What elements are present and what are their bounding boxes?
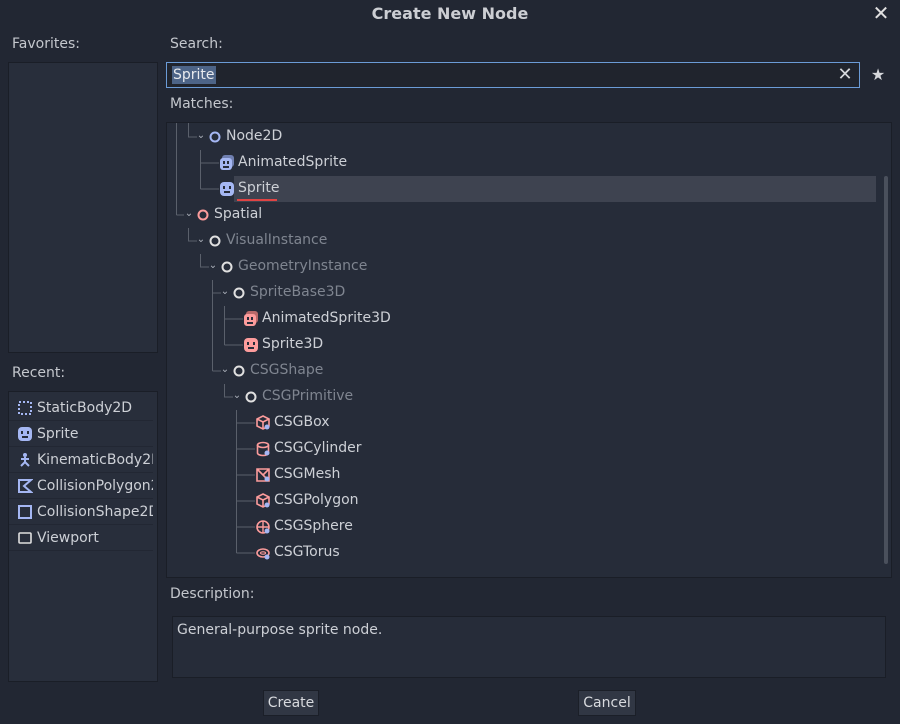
node-2d-icon <box>209 131 221 143</box>
tree-row-sprite3d[interactable]: Sprite3D <box>167 332 891 358</box>
csg-torus-icon <box>256 548 270 560</box>
collision-shape-2d-icon <box>18 504 32 519</box>
sprite-3d-icon <box>244 338 258 352</box>
recent-item-label: StaticBody2D <box>37 399 133 416</box>
viewport-icon <box>18 531 32 544</box>
collapse-arrow-icon[interactable]: ⌄ <box>231 388 243 404</box>
recent-list[interactable]: StaticBody2D Sprite KinematicBody2D Coll… <box>8 391 158 682</box>
create-button[interactable]: Create <box>263 690 319 716</box>
sprite-icon <box>220 182 234 196</box>
collision-polygon-2d-icon <box>18 478 33 493</box>
collapse-arrow-icon[interactable]: ⌄ <box>207 258 219 274</box>
node-circle-icon <box>245 391 257 403</box>
csg-sphere-icon <box>256 520 270 534</box>
description-box: General-purpose sprite node. <box>172 616 886 678</box>
tree-row-label: Node2D <box>226 128 283 144</box>
dialog-title: Create New Node <box>371 4 529 23</box>
close-icon[interactable]: ✕ <box>868 1 894 25</box>
tree-row-spatial[interactable]: ⌄ Spatial <box>167 202 891 228</box>
tree-row-animatedsprite[interactable]: AnimatedSprite <box>167 150 891 176</box>
tree-row-animatedsprite3d[interactable]: AnimatedSprite3D <box>167 306 891 332</box>
recent-item-collisionpolygon2d[interactable]: CollisionPolygon2 <box>9 473 153 499</box>
recent-item-sprite[interactable]: Sprite <box>9 421 153 447</box>
tree-row-visualinstance[interactable]: ⌄ VisualInstance <box>167 228 891 254</box>
node-circle-icon <box>233 287 245 299</box>
tree-row-label: CSGBox <box>274 414 330 430</box>
recent-item-viewport[interactable]: Viewport <box>9 525 153 551</box>
recent-item-kinematicbody2d[interactable]: KinematicBody2D <box>9 447 153 473</box>
tree-row-label: CSGMesh <box>274 466 341 482</box>
search-label: Search: <box>170 36 223 52</box>
tree-row-csgsphere[interactable]: CSGSphere <box>167 514 891 540</box>
collapse-arrow-icon[interactable]: ⌄ <box>195 128 207 144</box>
tree-row-csgbox[interactable]: CSGBox <box>167 410 891 436</box>
tree-row-csgcylinder[interactable]: CSGCylinder <box>167 436 891 462</box>
cancel-button[interactable]: Cancel <box>578 690 636 716</box>
tree-row-label: CSGSphere <box>274 518 353 534</box>
node-circle-icon <box>209 235 221 247</box>
favorites-list[interactable] <box>8 62 158 353</box>
tree-row-node2d[interactable]: ⌄ Node2D <box>167 124 891 150</box>
recent-item-collisionshape2d[interactable]: CollisionShape2D <box>9 499 153 525</box>
collapse-arrow-icon[interactable]: ⌄ <box>195 232 207 248</box>
favorites-label: Favorites: <box>12 36 80 52</box>
tree-row-label: SpriteBase3D <box>250 284 346 300</box>
search-input-value[interactable]: Sprite <box>172 66 216 84</box>
tree-row-spritebase3d[interactable]: ⌄ SpriteBase3D <box>167 280 891 306</box>
matches-tree[interactable]: ⌄ Node2D AnimatedSprite Sprite ⌄ Spatial… <box>166 122 892 578</box>
csg-box-icon <box>256 415 270 430</box>
tree-row-label: CSGCylinder <box>274 440 362 456</box>
tree-row-geometryinstance[interactable]: ⌄ GeometryInstance <box>167 254 891 280</box>
tree-row-csgshape[interactable]: ⌄ CSGShape <box>167 358 891 384</box>
node-circle-icon <box>233 365 245 377</box>
tree-row-csgmesh[interactable]: CSGMesh <box>167 462 891 488</box>
tree-row-label: AnimatedSprite3D <box>262 310 391 326</box>
recent-item-label: Viewport <box>37 529 99 546</box>
tree-row-label: Spatial <box>214 206 263 222</box>
tree-row-label: CSGPrimitive <box>262 388 354 404</box>
sprite-icon <box>18 426 32 441</box>
tree-row-csgpolygon[interactable]: CSGPolygon <box>167 488 891 514</box>
collapse-arrow-icon[interactable]: ⌄ <box>219 284 231 300</box>
tree-row-label: CSGTorus <box>274 544 340 560</box>
title-bar: Create New Node ✕ <box>0 0 900 28</box>
animated-sprite-icon <box>220 155 234 170</box>
search-match-highlight <box>237 199 277 201</box>
recent-item-label: Sprite <box>37 425 79 442</box>
clear-search-icon[interactable]: ✕ <box>835 65 855 85</box>
csg-cylinder-icon <box>256 441 270 457</box>
tree-row-label: Sprite3D <box>262 336 324 352</box>
csg-polygon-icon <box>256 493 270 508</box>
tree-row-label: VisualInstance <box>226 232 328 248</box>
recent-item-label: CollisionPolygon2 <box>37 477 153 494</box>
description-label: Description: <box>170 586 255 602</box>
favorite-star-icon[interactable]: ★ <box>868 64 888 86</box>
tree-row-csgprimitive[interactable]: ⌄ CSGPrimitive <box>167 384 891 410</box>
tree-row-label: Sprite <box>238 180 280 196</box>
tree-row-label: CSGPolygon <box>274 492 359 508</box>
search-input[interactable]: Sprite ✕ <box>166 62 860 88</box>
static-body-2d-icon <box>18 400 32 415</box>
recent-item-label: CollisionShape2D <box>37 503 153 520</box>
tree-row-sprite-selected[interactable]: Sprite <box>234 176 876 202</box>
collapse-arrow-icon[interactable]: ⌄ <box>183 206 195 222</box>
recent-item-label: KinematicBody2D <box>37 451 153 468</box>
recent-item-staticbody2d[interactable]: StaticBody2D <box>9 395 153 421</box>
collapse-arrow-icon[interactable]: ⌄ <box>219 362 231 378</box>
tree-row-label: CSGShape <box>250 362 324 378</box>
csg-mesh-icon <box>256 468 270 482</box>
node-circle-icon <box>221 261 233 273</box>
description-text: General-purpose sprite node. <box>177 622 383 638</box>
tree-scrollbar[interactable] <box>884 176 888 564</box>
recent-label: Recent: <box>12 365 66 381</box>
tree-row-label: GeometryInstance <box>238 258 368 274</box>
tree-row-label: AnimatedSprite <box>238 154 348 170</box>
spatial-icon <box>197 209 209 221</box>
animated-sprite-3d-icon <box>244 311 258 326</box>
matches-label: Matches: <box>170 96 234 112</box>
tree-row-csgtorus[interactable]: CSGTorus <box>167 540 891 566</box>
kinematic-body-2d-icon <box>20 452 30 467</box>
